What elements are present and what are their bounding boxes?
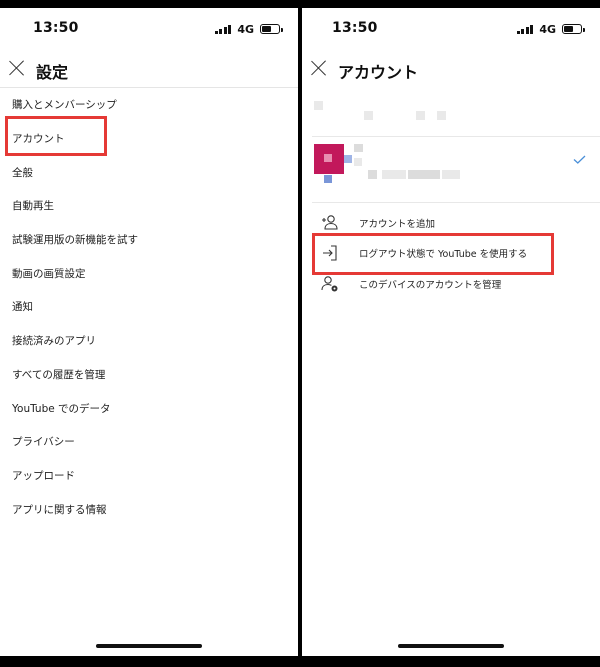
page-title: アカウント xyxy=(338,63,419,82)
close-icon[interactable] xyxy=(8,59,26,77)
menu-item-your-data[interactable]: YouTube でのデータ xyxy=(0,391,298,425)
menu-item-privacy[interactable]: プライバシー xyxy=(0,425,298,459)
settings-screen: 13:50 4G 設定 購入とメンバーシップ アカウント 全般 自動再生 試験運… xyxy=(0,8,298,656)
page-title: 設定 xyxy=(36,63,69,82)
status-time: 13:50 xyxy=(33,20,79,36)
home-indicator xyxy=(96,644,202,648)
menu-item-notifications[interactable]: 通知 xyxy=(0,290,298,324)
settings-header: 設定 xyxy=(0,48,298,88)
signal-icon xyxy=(214,24,232,34)
menu-item-general[interactable]: 全般 xyxy=(0,155,298,189)
account-screen: 13:50 4G アカウント アカウントを追加 ログアウト状態で YouTube… xyxy=(302,8,600,656)
add-account-label: アカウントを追加 xyxy=(359,219,436,230)
status-icons: 4G xyxy=(516,22,585,36)
highlight-account xyxy=(5,116,107,156)
menu-item-video-quality[interactable]: 動画の画質設定 xyxy=(0,256,298,290)
menu-item-manage-history[interactable]: すべての履歴を管理 xyxy=(0,358,298,392)
account-header: アカウント xyxy=(302,48,600,88)
network-label: 4G xyxy=(237,22,254,36)
menu-item-about[interactable]: アプリに関する情報 xyxy=(0,492,298,526)
home-indicator xyxy=(398,644,504,648)
menu-item-autoplay[interactable]: 自動再生 xyxy=(0,189,298,223)
battery-icon xyxy=(260,24,283,34)
screenshot-frame: 13:50 4G 設定 購入とメンバーシップ アカウント 全般 自動再生 試験運… xyxy=(0,0,600,667)
menu-item-connected-apps[interactable]: 接続済みのアプリ xyxy=(0,324,298,358)
status-bar: 13:50 4G xyxy=(0,8,298,48)
highlight-signed-out xyxy=(312,233,554,275)
battery-icon xyxy=(562,24,585,34)
close-icon[interactable] xyxy=(310,59,328,77)
menu-item-experimental[interactable]: 試験運用版の新機能を試す xyxy=(0,223,298,257)
manage-accounts-icon xyxy=(321,276,338,292)
manage-accounts-label: このデバイスのアカウントを管理 xyxy=(359,280,502,291)
divider xyxy=(312,202,600,203)
network-label: 4G xyxy=(539,22,556,36)
status-bar: 13:50 4G xyxy=(302,8,600,48)
check-icon xyxy=(573,155,586,164)
status-time: 13:50 xyxy=(332,20,378,36)
avatar xyxy=(314,144,344,174)
add-person-icon xyxy=(322,215,338,230)
menu-item-uploads[interactable]: アップロード xyxy=(0,459,298,493)
status-icons: 4G xyxy=(214,22,283,36)
divider xyxy=(312,136,600,137)
signal-icon xyxy=(516,24,534,34)
